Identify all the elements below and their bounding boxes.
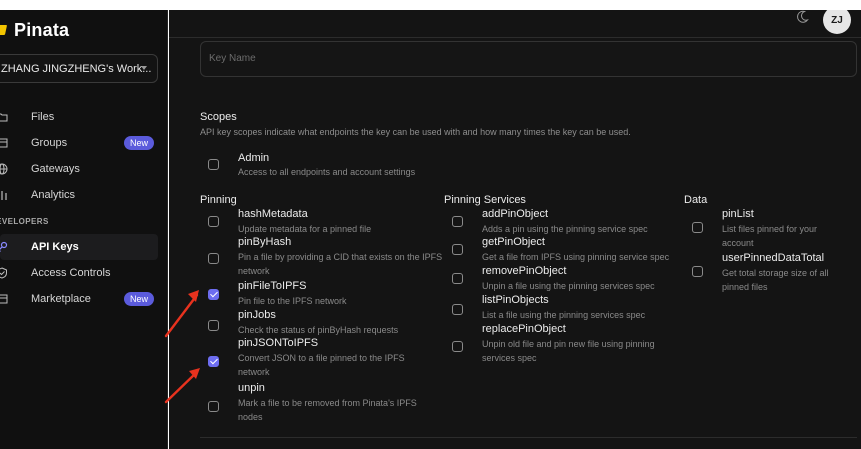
replace-pin-object-checkbox[interactable] — [452, 341, 463, 352]
pin-json-to-ipfs-checkbox[interactable] — [208, 356, 219, 367]
top-strip — [0, 0, 861, 10]
pin-by-hash-checkbox[interactable] — [208, 253, 219, 264]
scope-title: unpin — [238, 382, 265, 394]
scope-desc: Check the status of pinByHash requests — [238, 325, 399, 335]
sidebar-item-label: Access Controls — [31, 267, 111, 279]
scope-desc: Unpin a file using the pinning services … — [482, 281, 655, 291]
key-name-input[interactable]: Key Name — [200, 41, 857, 77]
scope-title: pinFileToIPFS — [238, 280, 307, 292]
globe-icon — [0, 163, 8, 175]
scope-title: addPinObject — [482, 208, 549, 220]
sidebar-nav: Files Groups New Gateways Analytics DEVE… — [0, 104, 168, 312]
scope-title: hashMetadata — [238, 208, 308, 220]
scope-desc: Access to all endpoints and account sett… — [238, 167, 416, 177]
scope-desc: Pin file to the IPFS network — [238, 296, 347, 306]
topbar: ZJ — [169, 6, 861, 38]
add-pin-object-checkbox[interactable] — [452, 216, 463, 227]
new-badge: New — [124, 136, 155, 150]
sidebar: Pinata ZHANG JINGZHENG's Work... Files G… — [0, 10, 168, 449]
scope-desc: Get total storage size of all pinned fil… — [722, 268, 829, 292]
scope-desc: Get a file from IPFS using pinning servi… — [482, 252, 670, 262]
sidebar-item-groups[interactable]: Groups New — [0, 130, 168, 156]
moon-icon[interactable] — [795, 10, 809, 24]
sidebar-item-label: Marketplace — [31, 293, 91, 305]
pinning-services-column-title: Pinning Services — [444, 194, 526, 206]
pin-file-to-ipfs-checkbox[interactable] — [208, 289, 219, 300]
scope-desc: Pin a file by providing a CID that exist… — [238, 252, 443, 276]
sidebar-item-access-controls[interactable]: Access Controls — [0, 260, 168, 286]
sidebar-item-marketplace[interactable]: Marketplace New — [0, 286, 168, 312]
scope-title: pinJobs — [238, 309, 276, 321]
pin-list-checkbox[interactable] — [692, 222, 703, 233]
section-label: DEVELOPERS — [0, 217, 49, 226]
sidebar-item-label: Analytics — [31, 189, 76, 201]
admin-checkbox[interactable] — [208, 159, 219, 170]
chevron-down-icon — [141, 66, 147, 70]
logo-text: Pinata — [14, 19, 70, 40]
pinata-logo[interactable]: Pinata — [0, 18, 69, 42]
user-pinned-data-total-checkbox[interactable] — [692, 266, 703, 277]
scope-title: getPinObject — [482, 236, 545, 248]
section-divider — [200, 437, 857, 438]
data-column-title: Data — [684, 194, 708, 206]
scope-desc: Unpin old file and pin new file using pi… — [482, 339, 655, 363]
sidebar-item-gateways[interactable]: Gateways — [0, 156, 168, 182]
remove-pin-object-checkbox[interactable] — [452, 273, 463, 284]
workspace-selector[interactable]: ZHANG JINGZHENG's Work... — [0, 54, 158, 83]
pin-jobs-checkbox[interactable] — [208, 320, 219, 331]
bar-chart-icon — [1, 191, 7, 200]
avatar[interactable]: ZJ — [823, 6, 851, 34]
workspace-label: ZHANG JINGZHENG's Work... — [1, 62, 152, 75]
scope-desc: Convert JSON to a file pinned to the IPF… — [238, 353, 405, 377]
main-content: ZJ Key Name Scopes API key scopes indica… — [169, 6, 861, 449]
sidebar-item-label: Files — [31, 111, 55, 123]
scope-title: pinJSONToIPFS — [238, 337, 319, 349]
scope-desc: List a file using the pinning services s… — [482, 310, 646, 320]
key-icon — [0, 241, 8, 252]
scope-desc: Mark a file to be removed from Pinata's … — [238, 398, 417, 422]
sidebar-section-developers: DEVELOPERS — [0, 208, 168, 234]
box-icon — [0, 138, 8, 148]
sidebar-item-label: API Keys — [31, 241, 79, 253]
sidebar-item-files[interactable]: Files — [0, 104, 168, 130]
scope-title: userPinnedDataTotal — [722, 252, 825, 264]
scope-title: pinByHash — [238, 236, 292, 248]
store-icon — [0, 294, 8, 304]
shield-icon — [0, 267, 7, 279]
list-pin-objects-checkbox[interactable] — [452, 304, 463, 315]
scope-title: Admin — [238, 152, 270, 164]
scope-desc: Update metadata for a pinned file — [238, 224, 372, 234]
folder-icon — [0, 113, 8, 122]
pinning-column-title: Pinning — [200, 194, 237, 206]
sidebar-item-analytics[interactable]: Analytics — [0, 182, 168, 208]
scope-title: removePinObject — [482, 265, 567, 277]
pinata-logo-icon — [0, 23, 8, 37]
get-pin-object-checkbox[interactable] — [452, 244, 463, 255]
scope-title: pinList — [722, 208, 754, 220]
screenshot-frame: Pinata ZHANG JINGZHENG's Work... Files G… — [0, 0, 861, 449]
scopes-title: Scopes — [200, 111, 237, 123]
sidebar-item-label: Groups — [31, 137, 68, 149]
sidebar-item-api-keys[interactable]: API Keys — [0, 234, 158, 260]
scope-title: listPinObjects — [482, 294, 549, 306]
unpin-checkbox[interactable] — [208, 401, 219, 412]
hash-metadata-checkbox[interactable] — [208, 216, 219, 227]
scope-desc: List files pinned for your account — [722, 224, 818, 248]
scope-title: replacePinObject — [482, 323, 566, 335]
new-badge: New — [124, 292, 155, 306]
scopes-description: API key scopes indicate what endpoints t… — [200, 127, 631, 137]
sidebar-item-label: Gateways — [31, 163, 80, 175]
scope-desc: Adds a pin using the pinning service spe… — [482, 224, 648, 234]
